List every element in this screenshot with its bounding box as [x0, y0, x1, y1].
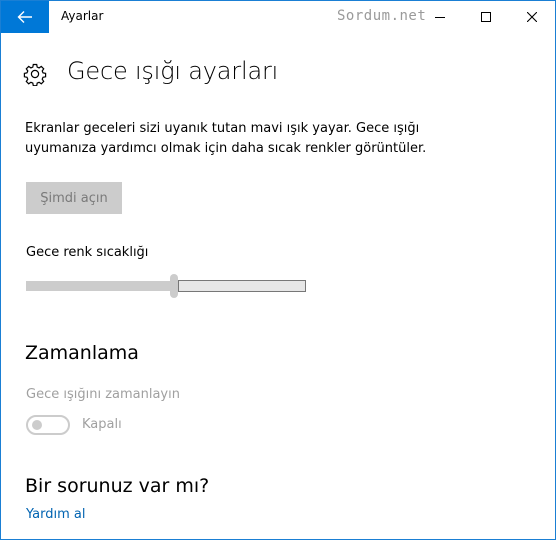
maximize-button[interactable]	[463, 1, 509, 33]
slider-thumb[interactable]	[170, 274, 178, 298]
back-button[interactable]	[1, 1, 49, 33]
watermark-text: Sordum.net	[337, 8, 427, 24]
color-temperature-label: Gece renk sıcaklığı	[26, 245, 149, 260]
close-button[interactable]	[509, 1, 555, 33]
color-temperature-slider[interactable]	[26, 274, 306, 298]
minimize-icon	[435, 17, 445, 18]
schedule-heading: Zamanlama	[25, 342, 139, 364]
turn-on-now-button[interactable]: Şimdi açın	[26, 182, 122, 214]
night-light-description: Ekranlar geceleri sizi uyanık tutan mavi…	[25, 121, 427, 156]
maximize-icon	[481, 12, 491, 22]
get-help-link[interactable]: Yardım al	[26, 507, 85, 522]
title-bar: Ayarlar Sordum.net	[1, 1, 555, 33]
schedule-toggle[interactable]	[26, 415, 70, 435]
gear-icon	[23, 63, 47, 86]
close-icon	[527, 12, 537, 22]
page-title: Gece ışığı ayarları	[67, 57, 279, 85]
help-heading: Bir sorunuz var mı?	[25, 475, 210, 497]
back-arrow-icon	[17, 11, 32, 23]
slider-track-filled	[26, 281, 170, 291]
settings-window: Ayarlar Sordum.net Gece ışığı ayarları E…	[0, 0, 556, 540]
schedule-night-light-label: Gece ışığını zamanlayın	[26, 387, 180, 402]
slider-track-empty	[178, 280, 306, 292]
toggle-knob	[32, 420, 42, 430]
minimize-button[interactable]	[417, 1, 463, 33]
toggle-state-label: Kapalı	[82, 417, 122, 432]
app-title: Ayarlar	[61, 9, 104, 23]
